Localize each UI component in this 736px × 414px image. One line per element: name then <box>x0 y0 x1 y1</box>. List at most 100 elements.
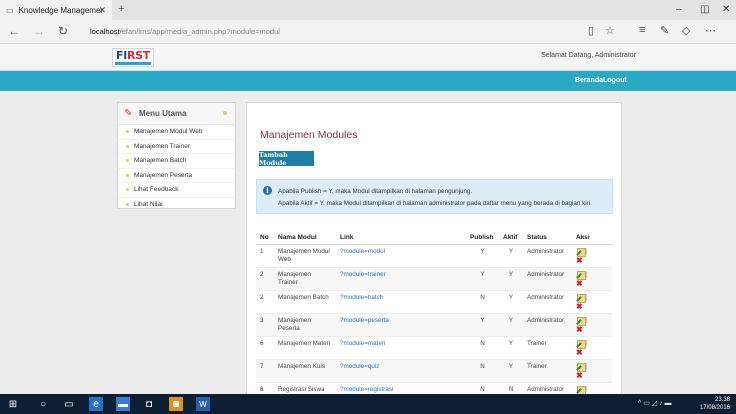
more-icon[interactable]: ⋯ <box>705 24 716 37</box>
separator: | <box>586 317 588 324</box>
delete-icon[interactable]: ✖ <box>576 279 608 287</box>
search-icon[interactable]: ○ <box>36 397 50 411</box>
separator: | <box>586 294 588 301</box>
sidebar-item-nilai[interactable]: Lihat Nilai <box>118 198 235 213</box>
bullet-icon <box>126 159 129 163</box>
cell-status: Trainer <box>523 336 572 360</box>
header-no: No <box>256 232 274 245</box>
sidebar-item-peserta[interactable]: Manajemen Peserta <box>118 169 235 183</box>
nav-logout-link[interactable]: Logout <box>603 77 627 84</box>
separator: | <box>586 363 588 370</box>
cell-aksi: |✖ <box>572 244 612 268</box>
cell-link: ?module=peserta <box>336 313 466 337</box>
tab-title: Knowledge Managemer <box>18 5 104 15</box>
edit-icon[interactable] <box>576 340 586 349</box>
cell-no: 1 <box>256 244 274 268</box>
refresh-icon[interactable]: ↻ <box>58 24 68 38</box>
task-view-icon[interactable]: ▭ <box>62 397 76 411</box>
module-link[interactable]: ?module=quiz <box>340 363 379 370</box>
clock[interactable]: 23.38 17/08/2016 <box>700 396 730 412</box>
module-link[interactable]: ?module=peserta <box>340 317 389 324</box>
cell-nama-modul: Manajemen Modul Web <box>274 244 336 268</box>
minimize-icon[interactable]: – <box>676 4 682 15</box>
browser-tab[interactable]: ▭ Knowledge Managemer ✕ <box>0 0 112 20</box>
table-row: 3 Manajemen Peserta ?module=peserta Y Y Admin… <box>256 313 612 337</box>
cell-no: 7 <box>256 359 274 383</box>
sidebar-item-trainer[interactable]: Manajemen Trainer <box>118 140 235 154</box>
share-icon[interactable]: ◇ <box>682 24 690 37</box>
sidebar-menu: ✎ Menu Utama Manajemen Modul Web Manajem… <box>117 102 236 209</box>
cell-no: 6 <box>256 336 274 360</box>
delete-icon[interactable]: ✖ <box>576 302 608 310</box>
cell-publish: Y <box>466 267 499 291</box>
hub-icon[interactable]: ≡ <box>639 24 645 36</box>
cell-aksi: |✖ <box>572 359 612 383</box>
bullet-icon <box>126 173 129 177</box>
clock-time: 23.38 <box>714 397 730 403</box>
sidebar-item-modul-web[interactable]: Manajemen Modul Web <box>118 125 235 140</box>
delete-icon[interactable]: ✖ <box>576 325 608 333</box>
table-row: 2 Manajemen Trainer ?module=trainer Y Y Admin… <box>256 267 612 291</box>
cell-nama-modul: Manajemen Peserta <box>274 313 336 337</box>
new-tab-icon[interactable]: + <box>118 3 124 15</box>
web-note-icon[interactable]: ✎ <box>660 24 669 37</box>
table-row: 6 Manajemen Materi ?module=materi N Y Trainer… <box>256 336 612 360</box>
edit-icon[interactable] <box>576 294 586 303</box>
sidebar-item-batch[interactable]: Manajemen Batch <box>118 154 235 169</box>
module-link[interactable]: ?module=registrasi <box>340 386 393 393</box>
cell-publish: N <box>466 336 499 360</box>
cell-status: Trainer <box>523 359 572 383</box>
cell-link: ?module=quiz <box>336 359 466 383</box>
module-link[interactable]: ?module=materi <box>340 340 385 347</box>
cell-nama-modul: Manajemen Trainer <box>274 267 336 291</box>
restore-icon[interactable]: ◫ <box>700 4 709 15</box>
cell-publish: Y <box>466 313 499 337</box>
edit-icon[interactable] <box>576 271 586 280</box>
add-module-button[interactable]: Tambah Module <box>259 151 314 167</box>
cell-aktif: Y <box>499 336 523 360</box>
edit-icon[interactable] <box>576 248 586 257</box>
delete-icon[interactable]: ✖ <box>576 256 608 264</box>
favorite-star-icon[interactable]: ☆ <box>605 24 615 37</box>
delete-icon[interactable]: ✖ <box>576 348 608 356</box>
file-explorer-icon[interactable]: ▬ <box>116 397 130 411</box>
sidebar-item-feedback[interactable]: Lihat Feedback <box>118 183 235 198</box>
bullet-icon <box>126 203 129 207</box>
module-link[interactable]: ?module=modul <box>340 248 385 255</box>
close-tab-icon[interactable]: ✕ <box>98 5 106 16</box>
bullet-icon <box>223 111 227 115</box>
separator: | <box>586 386 588 393</box>
store-icon[interactable]: ◘ <box>142 397 156 411</box>
info-text-aktif: Apabila Aktif = Y, maka Modul ditampilka… <box>278 200 592 207</box>
app-icon[interactable]: ◙ <box>169 397 183 411</box>
modules-table: No Nama Modul Link Publish Aktif Status … <box>256 232 612 396</box>
back-icon[interactable]: ← <box>8 24 20 38</box>
edge-browser-icon[interactable]: e <box>89 397 103 411</box>
logo[interactable]: FIRST <box>112 48 154 67</box>
page-icon: ▭ <box>6 5 14 15</box>
cell-publish: N <box>466 359 499 383</box>
edit-icon[interactable] <box>576 386 586 395</box>
greeting-text: Selamat Datang, Administrator <box>541 52 636 59</box>
tray-icons[interactable]: ^ ▭ ◿ ♪ ▬ <box>638 399 672 407</box>
cell-aktif: Y <box>499 244 523 268</box>
bullet-icon <box>126 130 129 134</box>
nav-beranda-link[interactable]: Beranda <box>575 77 603 84</box>
delete-icon[interactable]: ✖ <box>576 371 608 379</box>
module-link[interactable]: ?module=trainer <box>340 271 386 278</box>
windows-start-icon[interactable]: ⊞ <box>6 397 20 411</box>
sidebar-item-label: Manajemen Batch <box>134 157 187 165</box>
forward-icon[interactable]: → <box>33 24 45 38</box>
cell-no: 2 <box>256 290 274 314</box>
pencil-icon: ✎ <box>124 107 133 119</box>
cell-aksi: |✖ <box>572 290 612 314</box>
url-field[interactable]: localhost/efan/lms/app/media_admin.php?m… <box>90 27 280 36</box>
reading-view-icon[interactable]: ▯ <box>588 24 594 37</box>
word-icon[interactable]: W <box>196 397 210 411</box>
edit-icon[interactable] <box>576 317 586 326</box>
cell-aktif: Y <box>499 359 523 383</box>
close-window-icon[interactable]: ✕ <box>722 4 730 15</box>
cell-link: ?module=modul <box>336 244 466 268</box>
edit-icon[interactable] <box>576 363 586 372</box>
module-link[interactable]: ?module=batch <box>340 294 383 301</box>
